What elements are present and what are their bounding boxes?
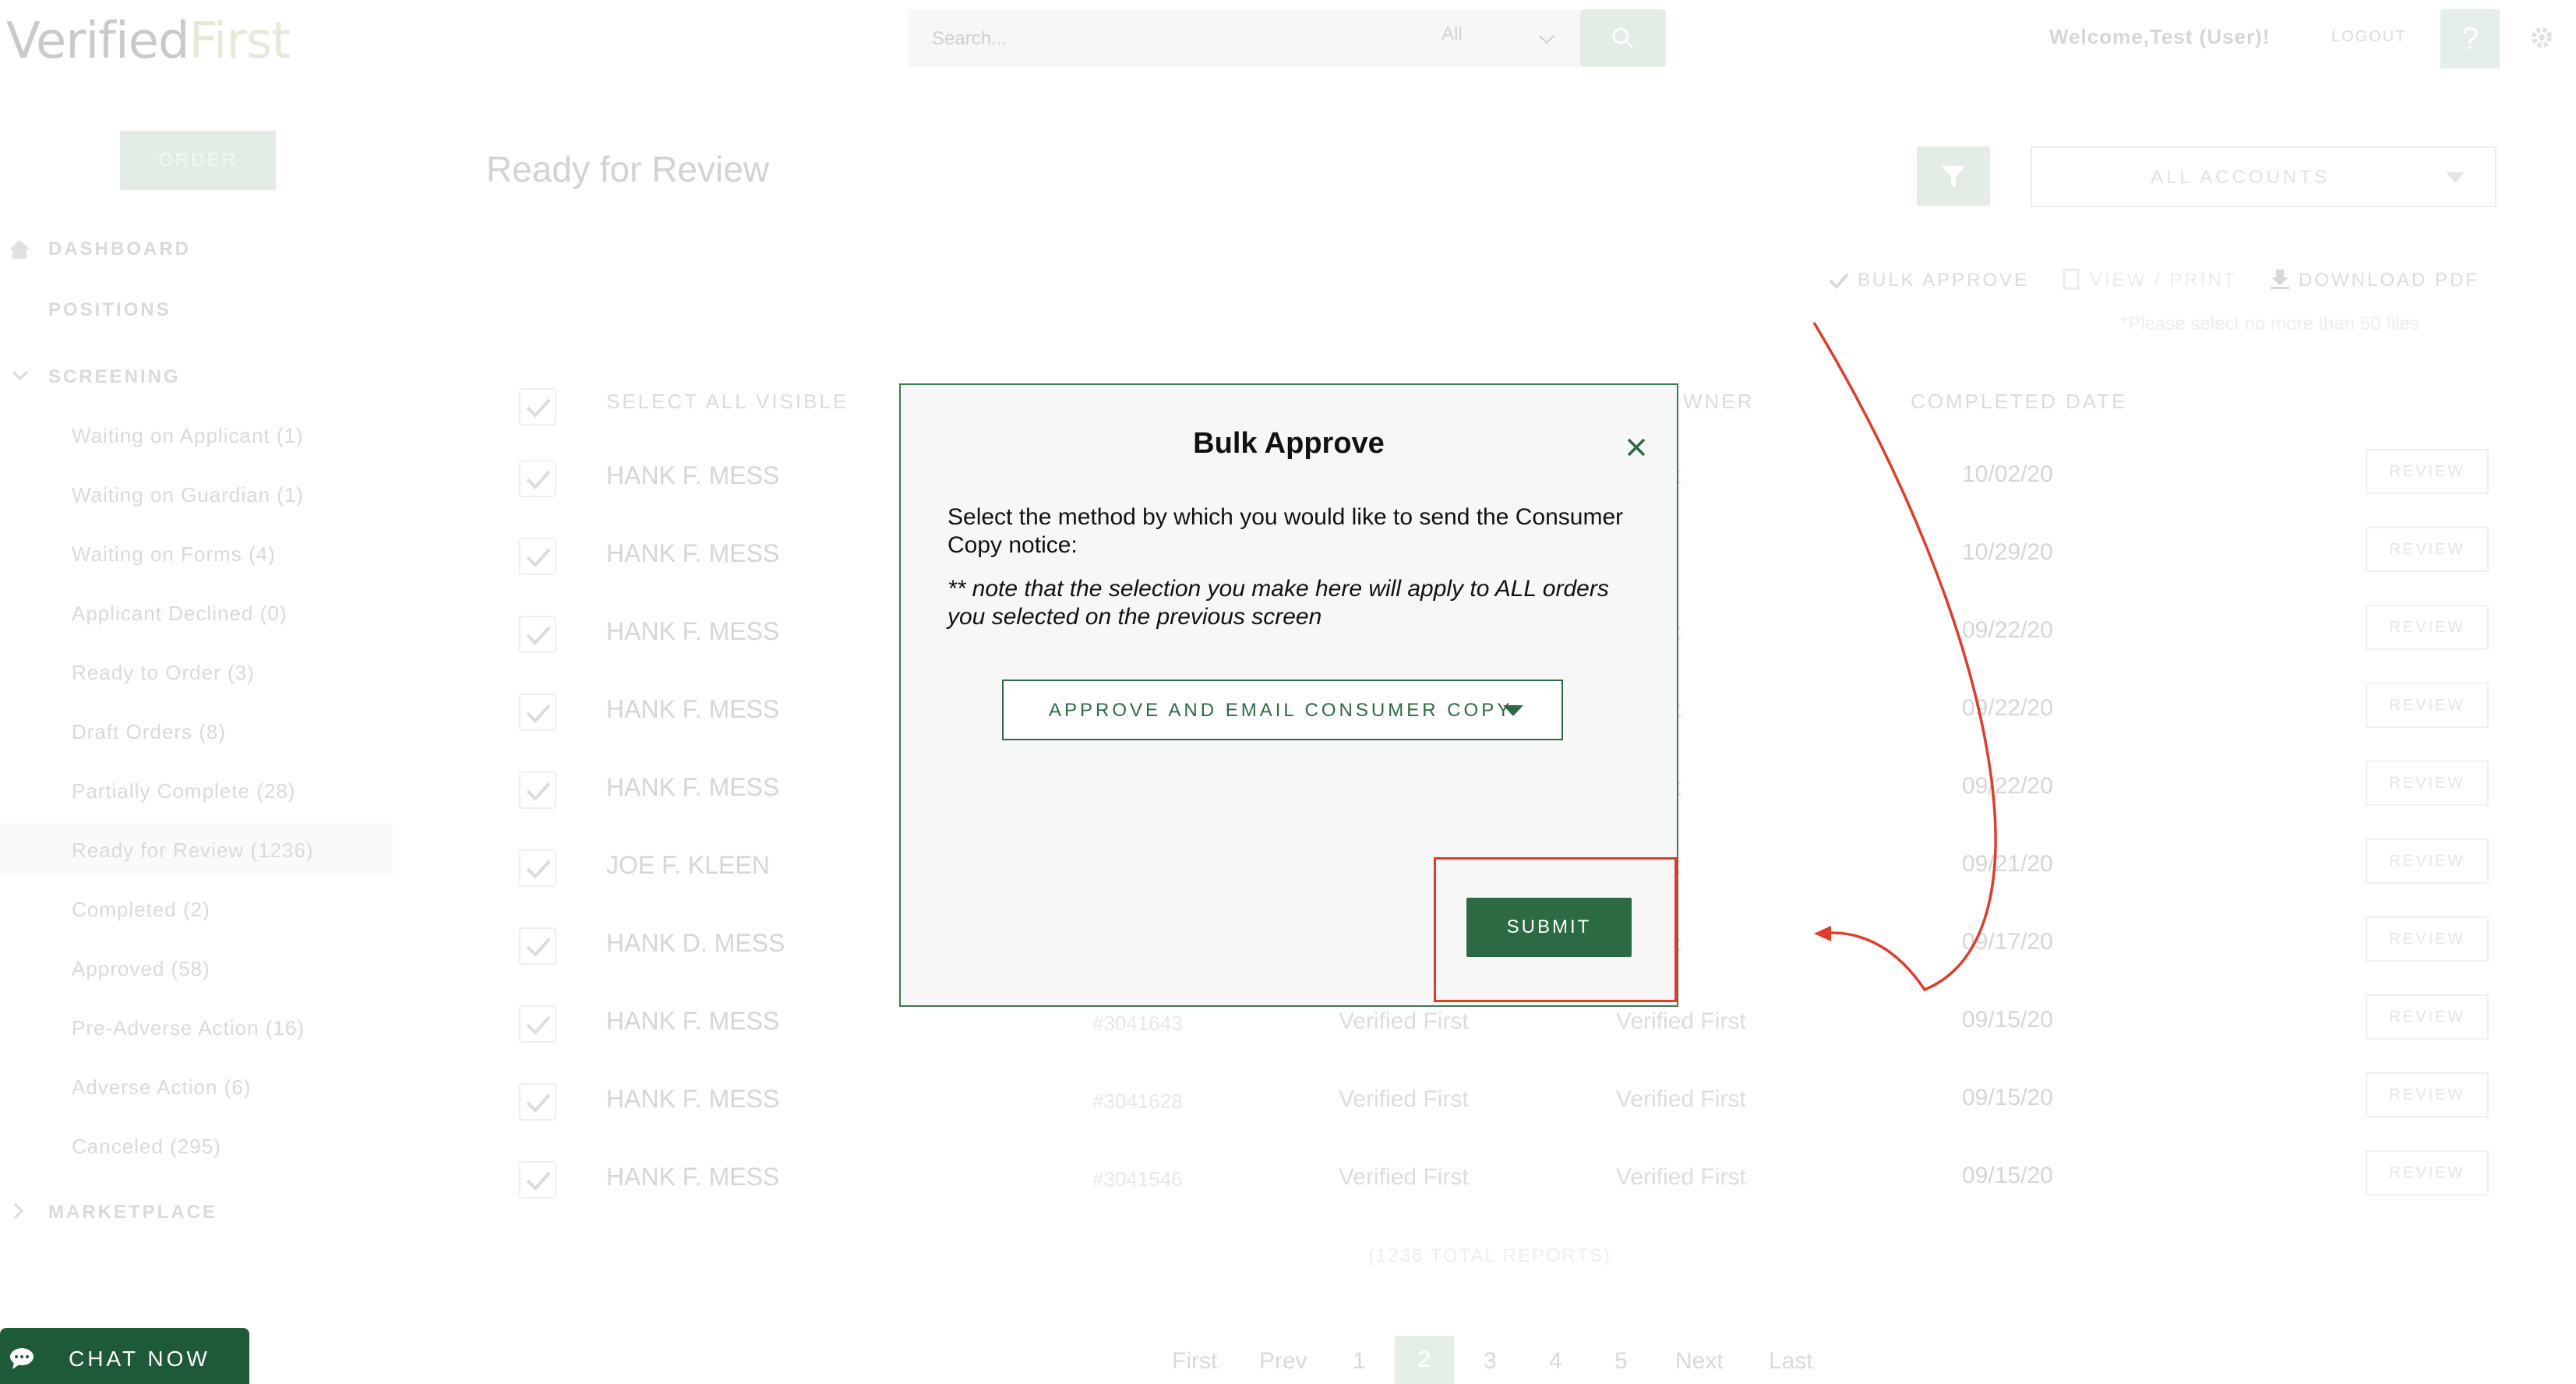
annotation-arrow — [1812, 322, 1997, 992]
app-page: VerifiedFirst All Welcome,Test (User)! L… — [0, 0, 2576, 1384]
